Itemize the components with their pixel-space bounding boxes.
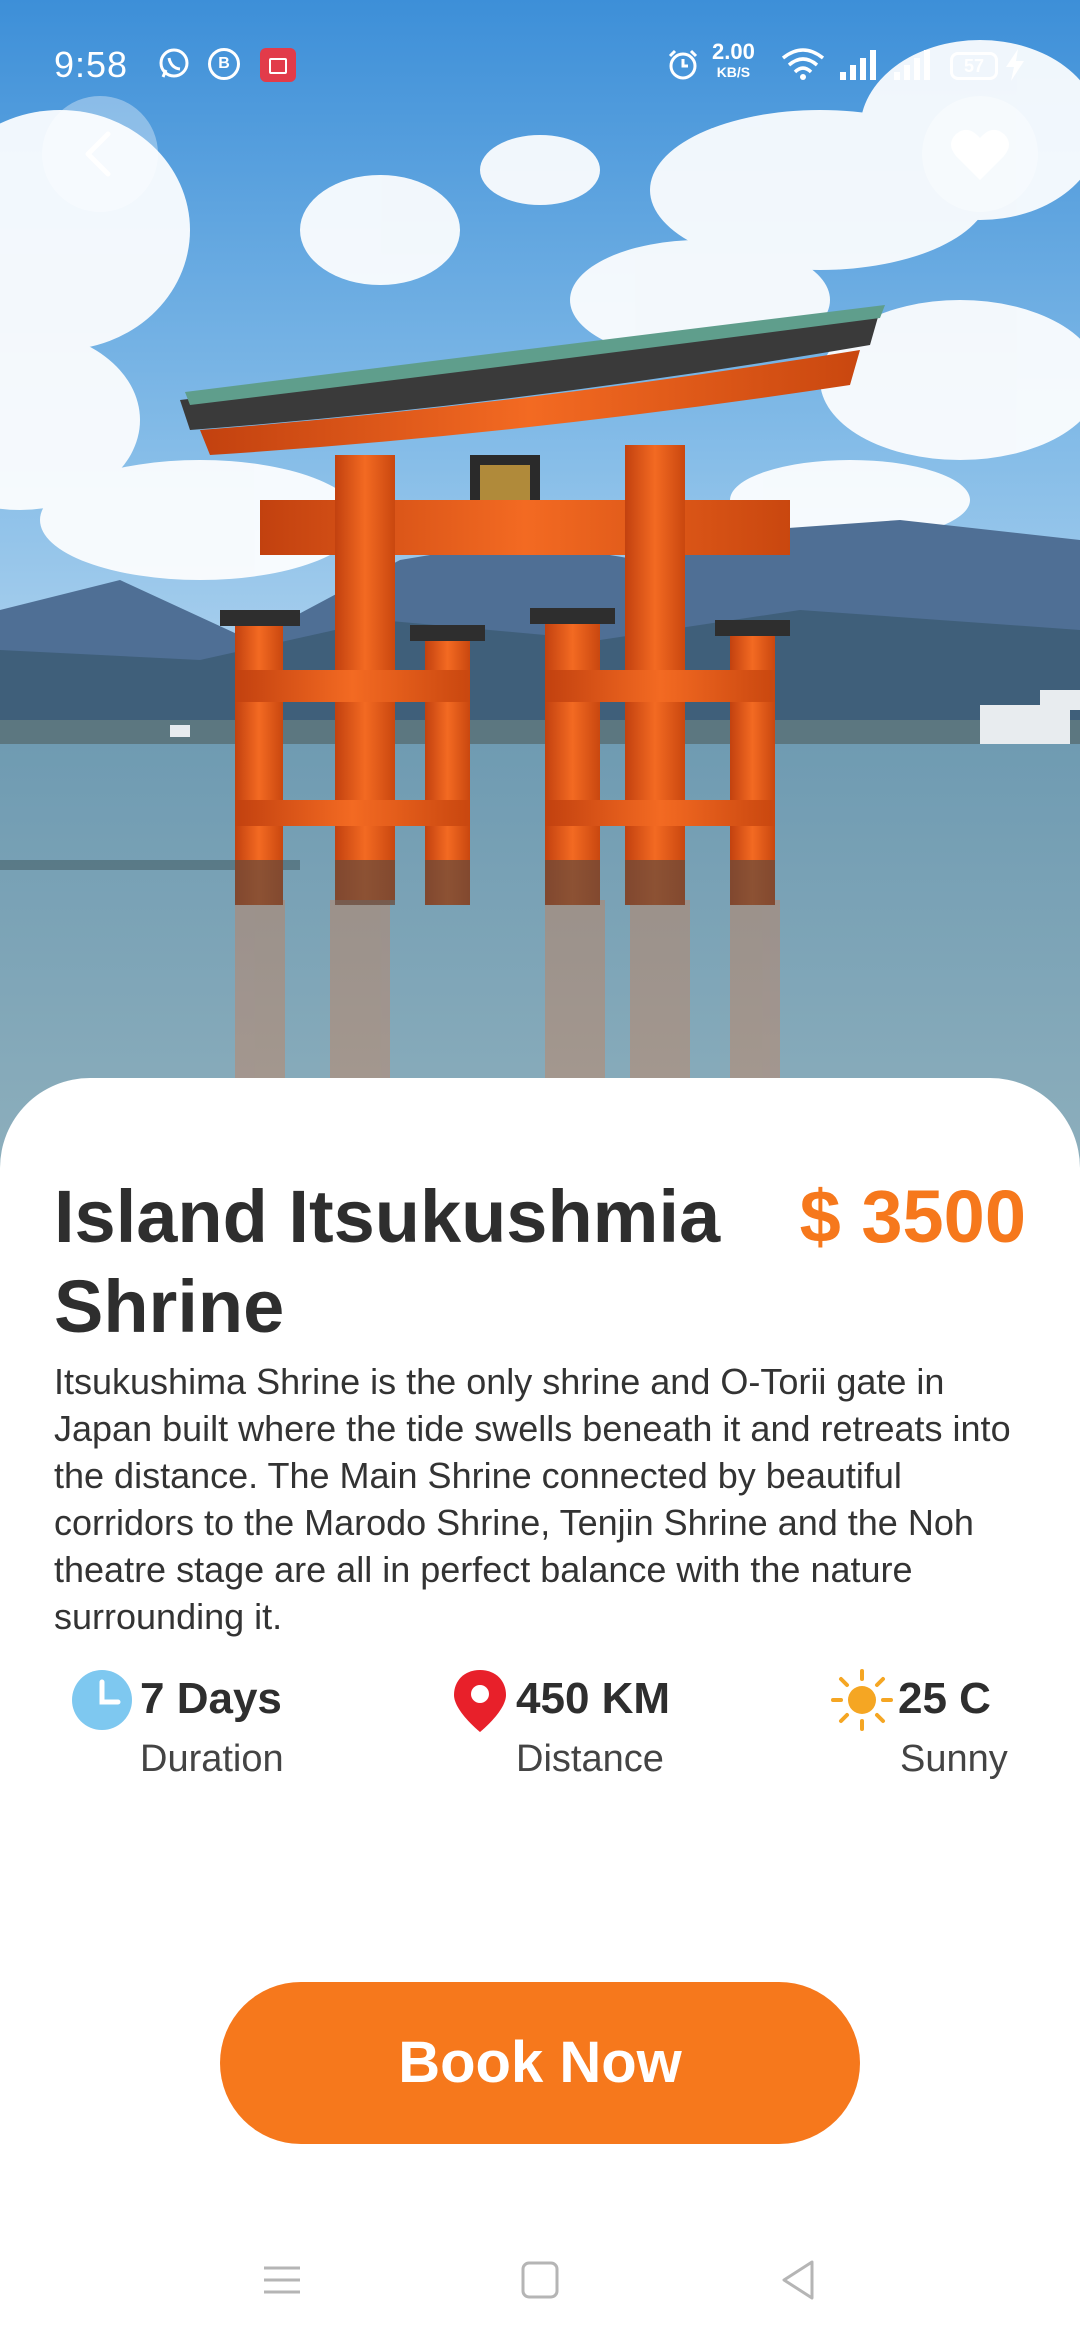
status-bar: 9:58 B 2.00 KB/S 57 (0, 0, 1080, 130)
hero-image (0, 0, 1080, 1200)
stat-duration-value: 7 Days (140, 1674, 282, 1723)
home-icon[interactable] (508, 2248, 572, 2312)
screen-recorder-icon (260, 48, 296, 82)
stat-weather-label: Sunny (900, 1738, 1008, 1780)
back-button[interactable] (42, 96, 158, 212)
signal-icon-2 (894, 50, 930, 80)
charging-icon (1006, 49, 1024, 81)
whatsapp-icon (159, 48, 189, 78)
battery-indicator: 57 (950, 52, 998, 80)
stat-weather-value: 25 C (898, 1674, 991, 1723)
signal-icon-1 (840, 50, 876, 80)
network-speed: 2.00 KB/S (712, 39, 755, 81)
system-navigation-bar (0, 2220, 1080, 2340)
destination-title: Island Itsukushmia Shrine (54, 1175, 721, 1348)
stat-distance-value: 450 KM (516, 1674, 671, 1723)
chevron-left-icon (85, 131, 111, 177)
heart-icon (951, 129, 1009, 180)
destination-price: $ 3500 (799, 1175, 1026, 1258)
favorite-button[interactable] (922, 96, 1038, 212)
b-app-icon: B (208, 48, 240, 80)
stat-duration-label: Duration (140, 1738, 284, 1780)
back-nav-icon[interactable] (766, 2248, 830, 2312)
sun-icon (831, 1669, 893, 1731)
wifi-icon (781, 48, 825, 80)
destination-description: Itsukushima Shrine is the only shrine an… (54, 1361, 1011, 1637)
status-time: 9:58 (54, 44, 129, 85)
alarm-icon (668, 49, 698, 80)
stat-distance-label: Distance (516, 1738, 664, 1780)
location-pin-icon (454, 1670, 506, 1732)
clock-icon (72, 1670, 132, 1730)
book-now-button[interactable]: Book Now (220, 1982, 860, 2144)
menu-icon[interactable] (250, 2248, 314, 2312)
